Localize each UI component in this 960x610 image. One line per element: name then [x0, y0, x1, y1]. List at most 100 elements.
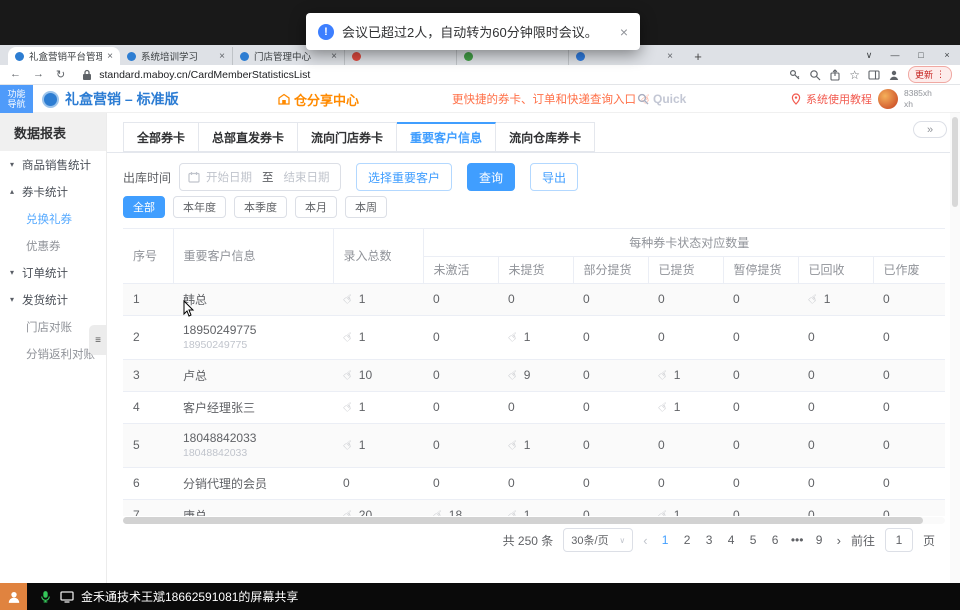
horizontal-scrollbar[interactable]: [123, 517, 945, 524]
expand-button[interactable]: »: [913, 121, 947, 138]
microphone-icon[interactable]: [39, 590, 52, 603]
select-customer-button[interactable]: 选择重要客户: [356, 163, 452, 191]
key-icon[interactable]: [789, 69, 801, 81]
page-number[interactable]: 9: [812, 533, 827, 547]
participant-icon[interactable]: [0, 583, 27, 610]
page-number[interactable]: 2: [680, 533, 695, 547]
window-menu-icon[interactable]: ∨: [856, 50, 882, 61]
value-cell: 0: [573, 467, 648, 499]
cell-value: 0: [883, 508, 890, 516]
cell-value: 0: [658, 292, 665, 306]
profile-icon[interactable]: [888, 69, 900, 81]
page-number[interactable]: 1: [658, 533, 673, 547]
customer-name: 韩总: [183, 291, 333, 308]
sidebar-item[interactable]: ▾订单统计: [0, 259, 106, 286]
page-tab[interactable]: 总部直发券卡: [199, 122, 298, 152]
goto-page-input[interactable]: 1: [885, 528, 913, 552]
toast-close-icon[interactable]: ×: [620, 24, 628, 40]
value-cell: 0: [423, 283, 498, 315]
vertical-scrollbar[interactable]: [950, 113, 960, 583]
page-number[interactable]: •••: [790, 533, 805, 547]
page-size-select[interactable]: 30条/页 ∨: [563, 528, 633, 552]
screen-share-icon[interactable]: [60, 591, 74, 603]
value-cell: 0: [648, 467, 723, 499]
tab-close-icon[interactable]: ×: [219, 51, 225, 62]
date-range-input[interactable]: 开始日期 至 结束日期: [179, 163, 341, 191]
cell-value: 1: [359, 330, 366, 344]
quick-filter-chip[interactable]: 本季度: [234, 196, 287, 218]
page-number[interactable]: 6: [768, 533, 783, 547]
value-cell: ☞1: [333, 283, 423, 315]
sidebar-item[interactable]: 优惠券: [0, 232, 106, 259]
sidebar-item[interactable]: ▾发货统计: [0, 286, 106, 313]
function-nav-toggle[interactable]: 功能 导航: [0, 85, 33, 113]
page-tab[interactable]: 流向门店券卡: [298, 122, 397, 152]
vertical-scrollbar-thumb[interactable]: [952, 117, 958, 207]
tab-close-icon[interactable]: ×: [667, 51, 673, 62]
side-panel-icon[interactable]: [868, 69, 880, 81]
lock-icon[interactable]: [81, 69, 93, 81]
next-page-icon[interactable]: ›: [837, 533, 841, 548]
sidebar-item[interactable]: ▴券卡统计: [0, 178, 106, 205]
share-icon[interactable]: [829, 69, 841, 81]
tutorial-link[interactable]: 系统使用教程: [790, 85, 872, 113]
browser-update-button[interactable]: 更新 ⋮: [908, 66, 952, 83]
bookmark-star-icon[interactable]: ☆: [849, 68, 860, 82]
user-box[interactable]: 8385xh xh: [878, 85, 932, 113]
value-cell: 0: [723, 315, 798, 359]
cell-value: 0: [508, 400, 515, 414]
page-number[interactable]: 3: [702, 533, 717, 547]
export-button[interactable]: 导出: [530, 163, 578, 191]
customer-name: 分销代理的会员: [183, 475, 333, 492]
date-filter-label: 出库时间: [123, 169, 171, 186]
new-tab-button[interactable]: +: [690, 48, 706, 64]
back-icon[interactable]: ←: [10, 68, 21, 81]
tab-close-icon[interactable]: ×: [331, 51, 337, 62]
quick-search[interactable]: Quick: [637, 85, 686, 113]
quick-entry-link[interactable]: 更快捷的券卡、订单和快递查询入口 ☞: [452, 85, 652, 113]
sidebar-item[interactable]: ▾商品销售统计: [0, 151, 106, 178]
sidebar-item[interactable]: 兑换礼券: [0, 205, 106, 232]
customer-name: 18950249775: [183, 323, 333, 337]
quick-filter-chip[interactable]: 本周: [345, 196, 387, 218]
share-center-link[interactable]: 仓分享中心: [278, 85, 359, 113]
quick-filter-chip[interactable]: 全部: [123, 196, 165, 218]
page-tab[interactable]: 全部券卡: [123, 122, 199, 152]
tab-close-icon[interactable]: ×: [107, 51, 113, 62]
window-close-icon[interactable]: ×: [934, 50, 960, 60]
page-tab[interactable]: 重要客户信息: [397, 122, 496, 152]
search-button[interactable]: 查询: [467, 163, 515, 191]
brand-name: 礼盒营销 – 标准版: [65, 89, 179, 109]
nav-toggle-line1: 功能: [7, 89, 25, 99]
page-number[interactable]: 5: [746, 533, 761, 547]
user-sub: xh: [904, 99, 913, 109]
url-text[interactable]: standard.maboy.cn/CardMemberStatisticsLi…: [99, 69, 310, 81]
tap-hand-icon: ☞: [505, 328, 522, 346]
page-number[interactable]: 4: [724, 533, 739, 547]
forward-icon[interactable]: →: [33, 68, 44, 81]
cell-value: 0: [583, 508, 590, 516]
tap-hand-icon: ☞: [805, 290, 822, 308]
browser-tab[interactable]: 系统培训学习×: [120, 47, 232, 65]
window-maximize-icon[interactable]: □: [908, 50, 934, 60]
info-icon: !: [318, 24, 334, 40]
horizontal-scrollbar-thumb[interactable]: [123, 517, 923, 524]
quick-filter-chip[interactable]: 本年度: [173, 196, 226, 218]
zoom-icon[interactable]: [809, 69, 821, 81]
brand-logo-icon: [42, 91, 59, 108]
value-cell: ☞1: [498, 499, 573, 516]
table-row: 21895024977518950249775☞10☞100000: [123, 315, 945, 359]
quick-filter-chip[interactable]: 本月: [295, 196, 337, 218]
prev-page-icon[interactable]: ‹: [643, 533, 647, 548]
sidebar-collapse-handle[interactable]: ≡: [89, 325, 107, 355]
kebab-menu-icon[interactable]: ⋮: [936, 69, 945, 80]
browser-tab[interactable]: 礼盒营销平台管理中心×: [8, 47, 120, 65]
value-cell: ☞1: [333, 391, 423, 423]
reload-icon[interactable]: ↻: [56, 68, 65, 81]
value-cell: ☞18: [423, 499, 498, 516]
page-tab[interactable]: 流向仓库券卡: [496, 122, 595, 152]
quick-entry-label: 更快捷的券卡、订单和快递查询入口: [452, 91, 636, 107]
pagination: 共 250 条 30条/页 ∨ ‹ 123456•••9 › 前往 1 页: [503, 528, 935, 552]
value-cell: ☞1: [333, 315, 423, 359]
window-minimize-icon[interactable]: —: [882, 50, 908, 60]
